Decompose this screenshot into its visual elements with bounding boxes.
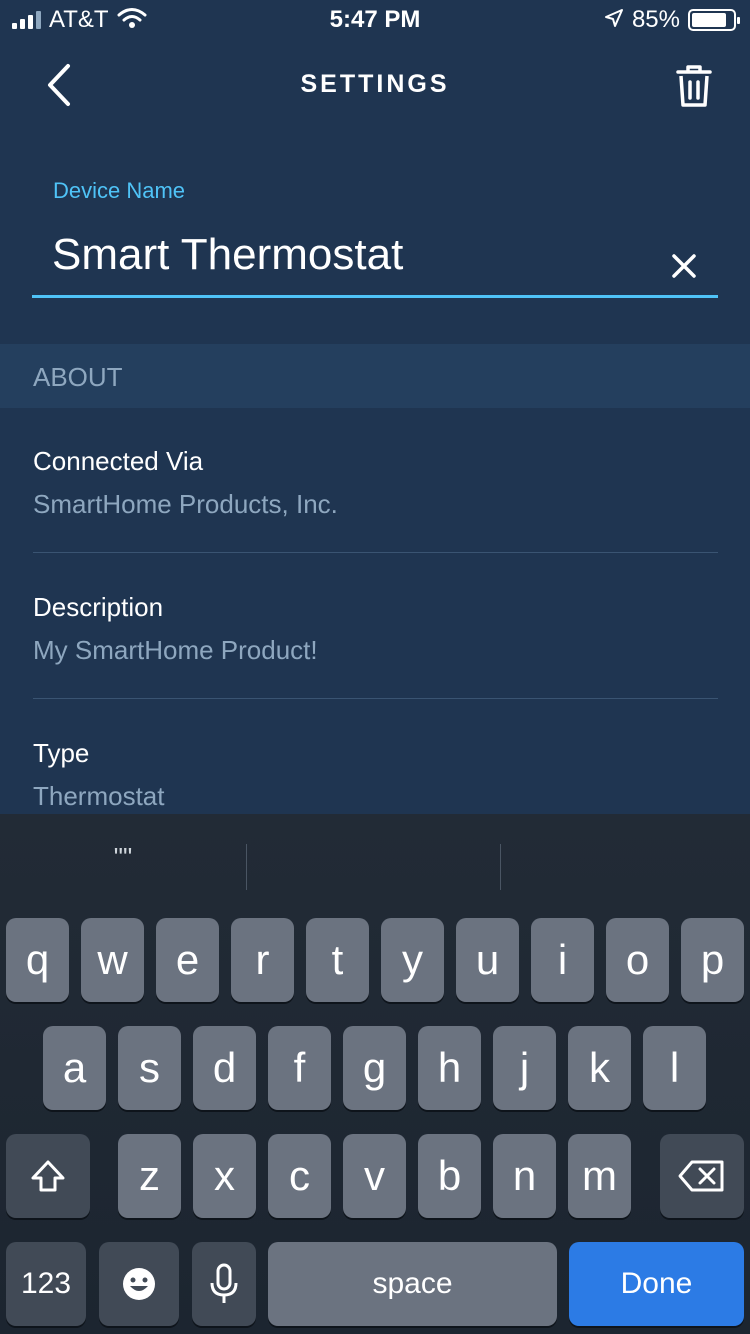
row-value: My SmartHome Product!: [33, 635, 318, 665]
device-name-label: Device Name: [53, 178, 186, 203]
status-right: 85%: [604, 6, 740, 34]
backspace-key[interactable]: [660, 1134, 744, 1218]
about-section-header: ABOUT: [0, 344, 750, 408]
status-bar: AT&T 5:47 PM 85%: [0, 0, 750, 40]
battery-percent: 85%: [631, 6, 680, 33]
done-button[interactable]: Done: [569, 1242, 744, 1326]
shift-icon: [31, 1160, 65, 1192]
device-name-field[interactable]: Smart Thermostat: [32, 218, 718, 298]
connected-via-row: Connected Via SmartHome Products, Inc.: [33, 446, 718, 520]
divider: [33, 698, 718, 699]
key-o[interactable]: o: [606, 918, 669, 1002]
row-label: Description: [33, 592, 164, 622]
dictation-key[interactable]: [192, 1242, 256, 1326]
key-k[interactable]: k: [568, 1026, 631, 1110]
key-g[interactable]: g: [343, 1026, 406, 1110]
key-r[interactable]: r: [231, 918, 294, 1002]
key-s[interactable]: s: [118, 1026, 181, 1110]
microphone-icon: [210, 1263, 238, 1303]
space-key[interactable]: space: [268, 1242, 557, 1326]
key-y[interactable]: y: [381, 918, 444, 1002]
key-f[interactable]: f: [268, 1026, 331, 1110]
suggestion-bar: "": [0, 814, 750, 902]
key-v[interactable]: v: [343, 1134, 406, 1218]
key-w[interactable]: w: [81, 918, 144, 1002]
key-x[interactable]: x: [193, 1134, 256, 1218]
nav-bar: SETTINGS: [0, 40, 750, 130]
shift-key[interactable]: [6, 1134, 90, 1218]
key-b[interactable]: b: [418, 1134, 481, 1218]
key-l[interactable]: l: [643, 1026, 706, 1110]
emoji-key[interactable]: [99, 1242, 179, 1326]
type-row: Type Thermostat: [33, 738, 718, 812]
key-m[interactable]: m: [568, 1134, 631, 1218]
key-z[interactable]: z: [118, 1134, 181, 1218]
key-j[interactable]: j: [493, 1026, 556, 1110]
description-row: Description My SmartHome Product!: [33, 592, 718, 666]
key-c[interactable]: c: [268, 1134, 331, 1218]
emoji-icon: [123, 1268, 155, 1300]
row-label: Type: [33, 738, 90, 768]
key-q[interactable]: q: [6, 918, 69, 1002]
about-header-label: ABOUT: [33, 362, 123, 392]
battery-level: [692, 13, 726, 27]
close-icon[interactable]: [666, 248, 702, 284]
row-value: Thermostat: [33, 781, 165, 811]
row-label: Connected Via: [33, 446, 204, 476]
backspace-icon: [678, 1160, 724, 1192]
key-n[interactable]: n: [493, 1134, 556, 1218]
key-u[interactable]: u: [456, 918, 519, 1002]
device-name-input[interactable]: Smart Thermostat: [52, 230, 403, 280]
numbers-key[interactable]: 123: [6, 1242, 86, 1326]
divider: [33, 552, 718, 553]
key-p[interactable]: p: [681, 918, 744, 1002]
suggestion-1[interactable]: "": [0, 842, 246, 873]
battery-icon: [688, 9, 740, 31]
suggestion-separator: [500, 844, 501, 890]
suggestion-separator: [246, 844, 247, 890]
key-d[interactable]: d: [193, 1026, 256, 1110]
keyboard: "" q w e r t y u i o p a s d f g h j k l…: [0, 814, 750, 1334]
key-e[interactable]: e: [156, 918, 219, 1002]
page-title: SETTINGS: [300, 70, 450, 98]
key-i[interactable]: i: [531, 918, 594, 1002]
key-h[interactable]: h: [418, 1026, 481, 1110]
trash-icon[interactable]: [672, 62, 716, 110]
row-value: SmartHome Products, Inc.: [33, 489, 338, 519]
key-a[interactable]: a: [43, 1026, 106, 1110]
location-icon: [604, 8, 624, 33]
key-t[interactable]: t: [306, 918, 369, 1002]
